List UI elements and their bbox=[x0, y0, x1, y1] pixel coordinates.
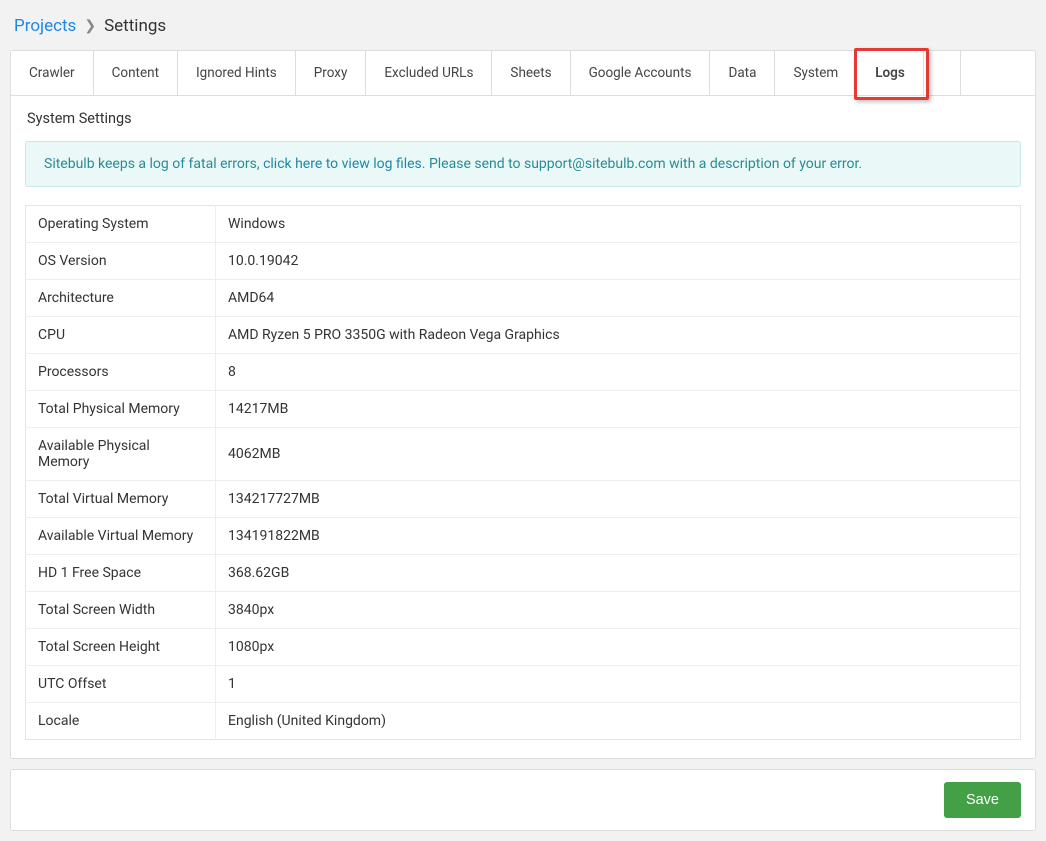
panel-title: System Settings bbox=[25, 110, 1021, 127]
property-label: CPU bbox=[26, 317, 216, 354]
table-row: Total Virtual Memory134217727MB bbox=[26, 481, 1021, 518]
breadcrumb-root-link[interactable]: Projects bbox=[14, 16, 76, 36]
tab-sheets[interactable]: Sheets bbox=[492, 51, 570, 95]
property-value: 4062MB bbox=[216, 428, 1021, 481]
property-value: 10.0.19042 bbox=[216, 243, 1021, 280]
property-label: Total Physical Memory bbox=[26, 391, 216, 428]
table-row: ArchitectureAMD64 bbox=[26, 280, 1021, 317]
property-label: Available Physical Memory bbox=[26, 428, 216, 481]
table-row: Total Screen Height1080px bbox=[26, 629, 1021, 666]
property-label: Architecture bbox=[26, 280, 216, 317]
tab-excluded-urls[interactable]: Excluded URLs bbox=[366, 51, 492, 95]
property-value: 1080px bbox=[216, 629, 1021, 666]
info-text-prefix: Sitebulb keeps a log of fatal errors, bbox=[44, 156, 263, 172]
tab-content[interactable]: Content bbox=[94, 51, 178, 95]
tab-system[interactable]: System bbox=[775, 51, 857, 95]
property-value: AMD64 bbox=[216, 280, 1021, 317]
breadcrumb: Projects ❯ Settings bbox=[10, 10, 1036, 50]
property-value: Windows bbox=[216, 206, 1021, 243]
tab-logs[interactable]: Logs bbox=[857, 51, 924, 95]
table-row: OS Version10.0.19042 bbox=[26, 243, 1021, 280]
info-text-suffix: . Please send to support@sitebulb.com wi… bbox=[422, 156, 862, 172]
footer-bar: Save bbox=[10, 769, 1036, 831]
tab-proxy[interactable]: Proxy bbox=[296, 51, 367, 95]
property-label: Operating System bbox=[26, 206, 216, 243]
tab-crawler[interactable]: Crawler bbox=[11, 51, 94, 95]
table-row: Total Screen Width3840px bbox=[26, 592, 1021, 629]
table-row: Processors8 bbox=[26, 354, 1021, 391]
table-row: HD 1 Free Space368.62GB bbox=[26, 555, 1021, 592]
property-value: 134191822MB bbox=[216, 518, 1021, 555]
property-label: Processors bbox=[26, 354, 216, 391]
property-value: 134217727MB bbox=[216, 481, 1021, 518]
property-label: Total Screen Height bbox=[26, 629, 216, 666]
property-value: 3840px bbox=[216, 592, 1021, 629]
breadcrumb-current: Settings bbox=[104, 16, 166, 36]
tab-ignored-hints[interactable]: Ignored Hints bbox=[178, 51, 296, 95]
table-row: CPUAMD Ryzen 5 PRO 3350G with Radeon Veg… bbox=[26, 317, 1021, 354]
property-value: 1 bbox=[216, 666, 1021, 703]
settings-tabs: CrawlerContentIgnored HintsProxyExcluded… bbox=[10, 50, 1036, 96]
tab-data[interactable]: Data bbox=[710, 51, 775, 95]
property-value: AMD Ryzen 5 PRO 3350G with Radeon Vega G… bbox=[216, 317, 1021, 354]
table-row: Available Virtual Memory134191822MB bbox=[26, 518, 1021, 555]
table-row: Operating SystemWindows bbox=[26, 206, 1021, 243]
property-value: 14217MB bbox=[216, 391, 1021, 428]
system-properties-table: Operating SystemWindowsOS Version10.0.19… bbox=[25, 205, 1021, 740]
tab-google-accounts[interactable]: Google Accounts bbox=[571, 51, 711, 95]
property-label: HD 1 Free Space bbox=[26, 555, 216, 592]
chevron-right-icon: ❯ bbox=[84, 18, 96, 34]
save-button[interactable]: Save bbox=[944, 782, 1021, 818]
logs-info-box: Sitebulb keeps a log of fatal errors, cl… bbox=[25, 141, 1021, 187]
property-label: Total Screen Width bbox=[26, 592, 216, 629]
property-label: Available Virtual Memory bbox=[26, 518, 216, 555]
property-label: OS Version bbox=[26, 243, 216, 280]
property-value: 368.62GB bbox=[216, 555, 1021, 592]
tab-filler bbox=[924, 51, 961, 95]
property-value: English (United Kingdom) bbox=[216, 703, 1021, 740]
property-label: UTC Offset bbox=[26, 666, 216, 703]
table-row: Total Physical Memory14217MB bbox=[26, 391, 1021, 428]
table-row: LocaleEnglish (United Kingdom) bbox=[26, 703, 1021, 740]
view-log-files-link[interactable]: click here to view log files bbox=[263, 156, 422, 172]
property-value: 8 bbox=[216, 354, 1021, 391]
property-label: Total Virtual Memory bbox=[26, 481, 216, 518]
property-label: Locale bbox=[26, 703, 216, 740]
table-row: UTC Offset1 bbox=[26, 666, 1021, 703]
table-row: Available Physical Memory4062MB bbox=[26, 428, 1021, 481]
system-settings-panel: System Settings Sitebulb keeps a log of … bbox=[10, 96, 1036, 759]
